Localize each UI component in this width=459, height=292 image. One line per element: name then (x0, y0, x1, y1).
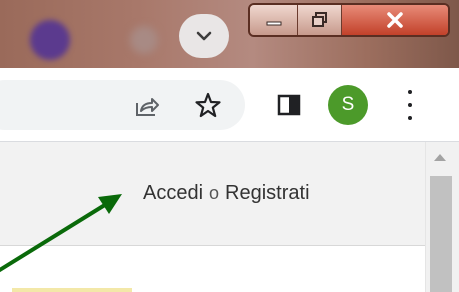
minimize-icon (266, 21, 281, 26)
blurred-tab-element (130, 26, 158, 54)
side-panel-icon (277, 94, 301, 116)
auth-separator: o (209, 183, 220, 203)
profile-avatar-button[interactable]: S (328, 85, 368, 125)
share-icon (136, 98, 159, 116)
more-vert-icon[interactable] (404, 90, 416, 120)
browser-toolbar: S (0, 68, 459, 142)
restore-icon (311, 12, 327, 27)
register-link[interactable]: Registrati (225, 182, 309, 204)
star-icon (195, 92, 221, 118)
close-icon (387, 12, 403, 28)
close-button[interactable] (342, 5, 448, 35)
side-panel-button[interactable] (277, 93, 301, 117)
chevron-down-icon (196, 31, 212, 41)
login-link[interactable]: Accedi (143, 182, 203, 204)
highlight-strip (12, 288, 132, 292)
menu-dot (408, 103, 412, 107)
browser-window: S Accedi o Registrati (0, 0, 459, 292)
profile-initial: S (341, 94, 355, 115)
window-controls (248, 3, 450, 37)
vertical-scrollbar[interactable] (425, 142, 459, 292)
share-button[interactable] (133, 92, 161, 120)
blurred-tab-favicon (30, 20, 70, 60)
title-bar (0, 0, 459, 68)
tab-search-button[interactable] (179, 14, 229, 58)
menu-dot (408, 90, 412, 94)
scroll-thumb[interactable] (430, 176, 452, 292)
minimize-button[interactable] (250, 5, 298, 35)
scroll-up-arrow-icon[interactable] (434, 154, 446, 161)
maximize-button[interactable] (298, 5, 342, 35)
page-body (0, 247, 425, 292)
bookmark-button[interactable] (193, 90, 223, 120)
auth-links: Accedi o Registrati (143, 182, 310, 205)
menu-dot (408, 116, 412, 120)
